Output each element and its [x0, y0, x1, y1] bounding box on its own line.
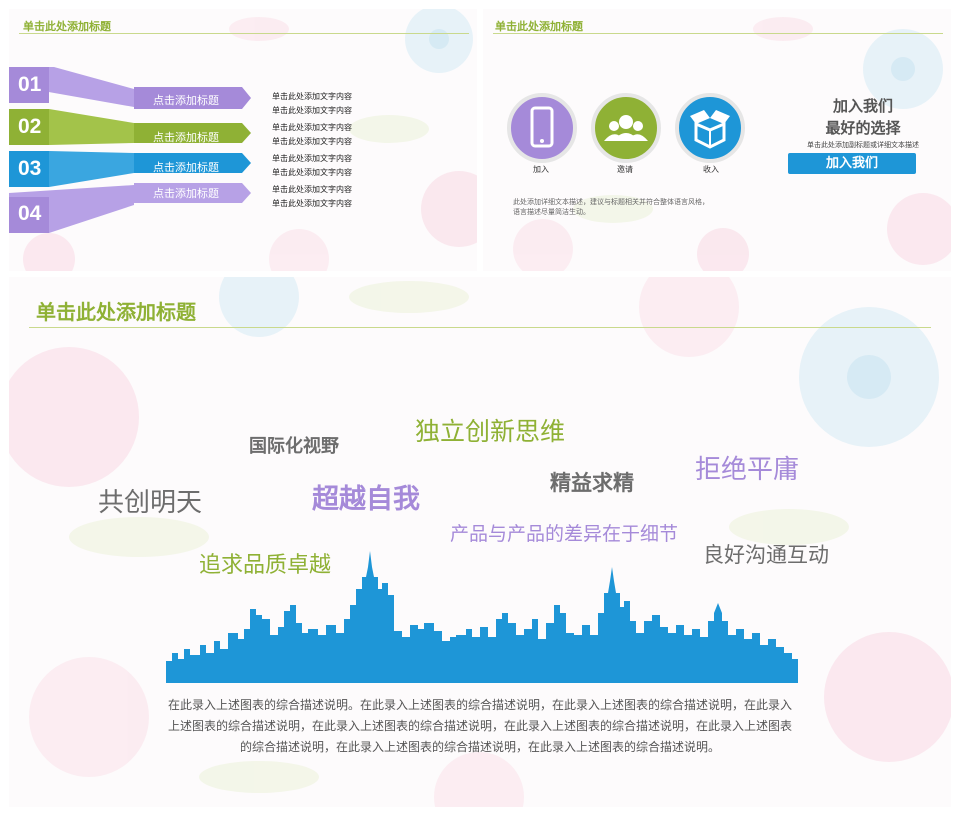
note-line-2: 语言描述尽量简洁生动。 [513, 208, 590, 216]
step-ribbon-3 [9, 151, 251, 187]
step-label[interactable]: 点击添加标题 [153, 129, 219, 145]
step-1-text-2[interactable]: 单击此处添加文字内容 [272, 105, 352, 116]
icon-caption: 邀请 [617, 165, 633, 174]
keyword-innovation: 独立创新思维 [415, 417, 566, 446]
box-icon [690, 110, 730, 149]
slide-2[interactable]: 单击此处添加标题 加入 邀请 收入 加入我们 最好的选择 单击此处添加副标题或详 [483, 9, 951, 271]
join-icon-circle[interactable] [507, 93, 577, 163]
step-3-text-2[interactable]: 单击此处添加文字内容 [272, 167, 352, 178]
description-line-3: 的综合描述说明，在此录入上述图表的综合描述说明，在此录入上述图表的综合描述说明。 [239, 740, 720, 754]
subtitle: 单击此处添加副标题或详细文本描述 [807, 141, 919, 149]
title-divider [29, 327, 931, 328]
description-line-2: 上述图表的综合描述说明，在此录入上述图表的综合描述说明，在此录入上述图表的综合描… [167, 719, 792, 733]
description-line-1: 在此录入上述图表的综合描述说明。在此录入上述图表的综合描述说明，在此录入上述图表… [167, 698, 792, 712]
step-number: 03 [18, 157, 42, 180]
step-2-text-1[interactable]: 单击此处添加文字内容 [272, 122, 352, 133]
step-item-3[interactable]: 03 点击添加标题 [9, 151, 269, 187]
icon-caption: 收入 [703, 165, 719, 174]
slide-1[interactable]: 单击此处添加标题 01 点击添加标题 02 点击添加标题 03 点击添加标题 0… [9, 9, 477, 271]
note-line-1: 此处添加详细文本描述，建议与标题相关并符合整体语言风格， [513, 198, 709, 206]
step-item-1[interactable]: 01 点击添加标题 [9, 67, 269, 109]
title-divider [19, 33, 469, 34]
people-icon [604, 115, 648, 141]
step-number: 04 [18, 202, 42, 225]
keyword-details: 产品与产品的差异在于细节 [450, 523, 679, 545]
step-4-text-2[interactable]: 单击此处添加文字内容 [272, 198, 352, 209]
title-divider [493, 33, 943, 34]
step-2-text-2[interactable]: 单击此处添加文字内容 [272, 136, 352, 147]
keyword-no-mediocrity: 拒绝平庸 [695, 455, 800, 485]
step-item-2[interactable]: 02 点击添加标题 [9, 109, 269, 145]
step-number: 02 [18, 115, 42, 138]
keyword-surpass: 超越自我 [312, 484, 420, 515]
step-1-text-1[interactable]: 单击此处添加文字内容 [272, 91, 352, 102]
keyword-future: 共创明天 [98, 488, 203, 518]
city-skyline-icon [166, 551, 798, 683]
page-title[interactable]: 单击此处添加标题 [495, 18, 583, 34]
icon-caption: 加入 [533, 165, 549, 174]
heading-join-us: 加入我们 [832, 97, 893, 115]
keyword-excellence: 精益求精 [550, 471, 634, 495]
page-title[interactable]: 单击此处添加标题 [23, 18, 111, 34]
step-label[interactable]: 点击添加标题 [153, 185, 219, 201]
heading-best-choice: 最好的选择 [825, 119, 901, 137]
step-4-text-1[interactable]: 单击此处添加文字内容 [272, 184, 352, 195]
keyword-international: 国际化视野 [249, 436, 339, 457]
step-ribbon-4 [9, 183, 251, 233]
invite-icon-circle[interactable] [591, 93, 661, 163]
page-title[interactable]: 单击此处添加标题 [36, 296, 196, 325]
step-3-text-1[interactable]: 单击此处添加文字内容 [272, 153, 352, 164]
step-number: 01 [18, 73, 42, 96]
slide-3[interactable]: 单击此处添加标题 国际化视野 独立创新思维 精益求精 拒绝平庸 共创明天 超越自… [9, 277, 951, 807]
step-label[interactable]: 点击添加标题 [153, 159, 219, 175]
income-icon-circle[interactable] [675, 93, 745, 163]
smartphone-icon [530, 106, 554, 148]
step-ribbon-2 [9, 109, 251, 145]
step-item-4[interactable]: 04 点击添加标题 [9, 183, 269, 235]
join-us-button[interactable]: 加入我们 [788, 153, 916, 174]
